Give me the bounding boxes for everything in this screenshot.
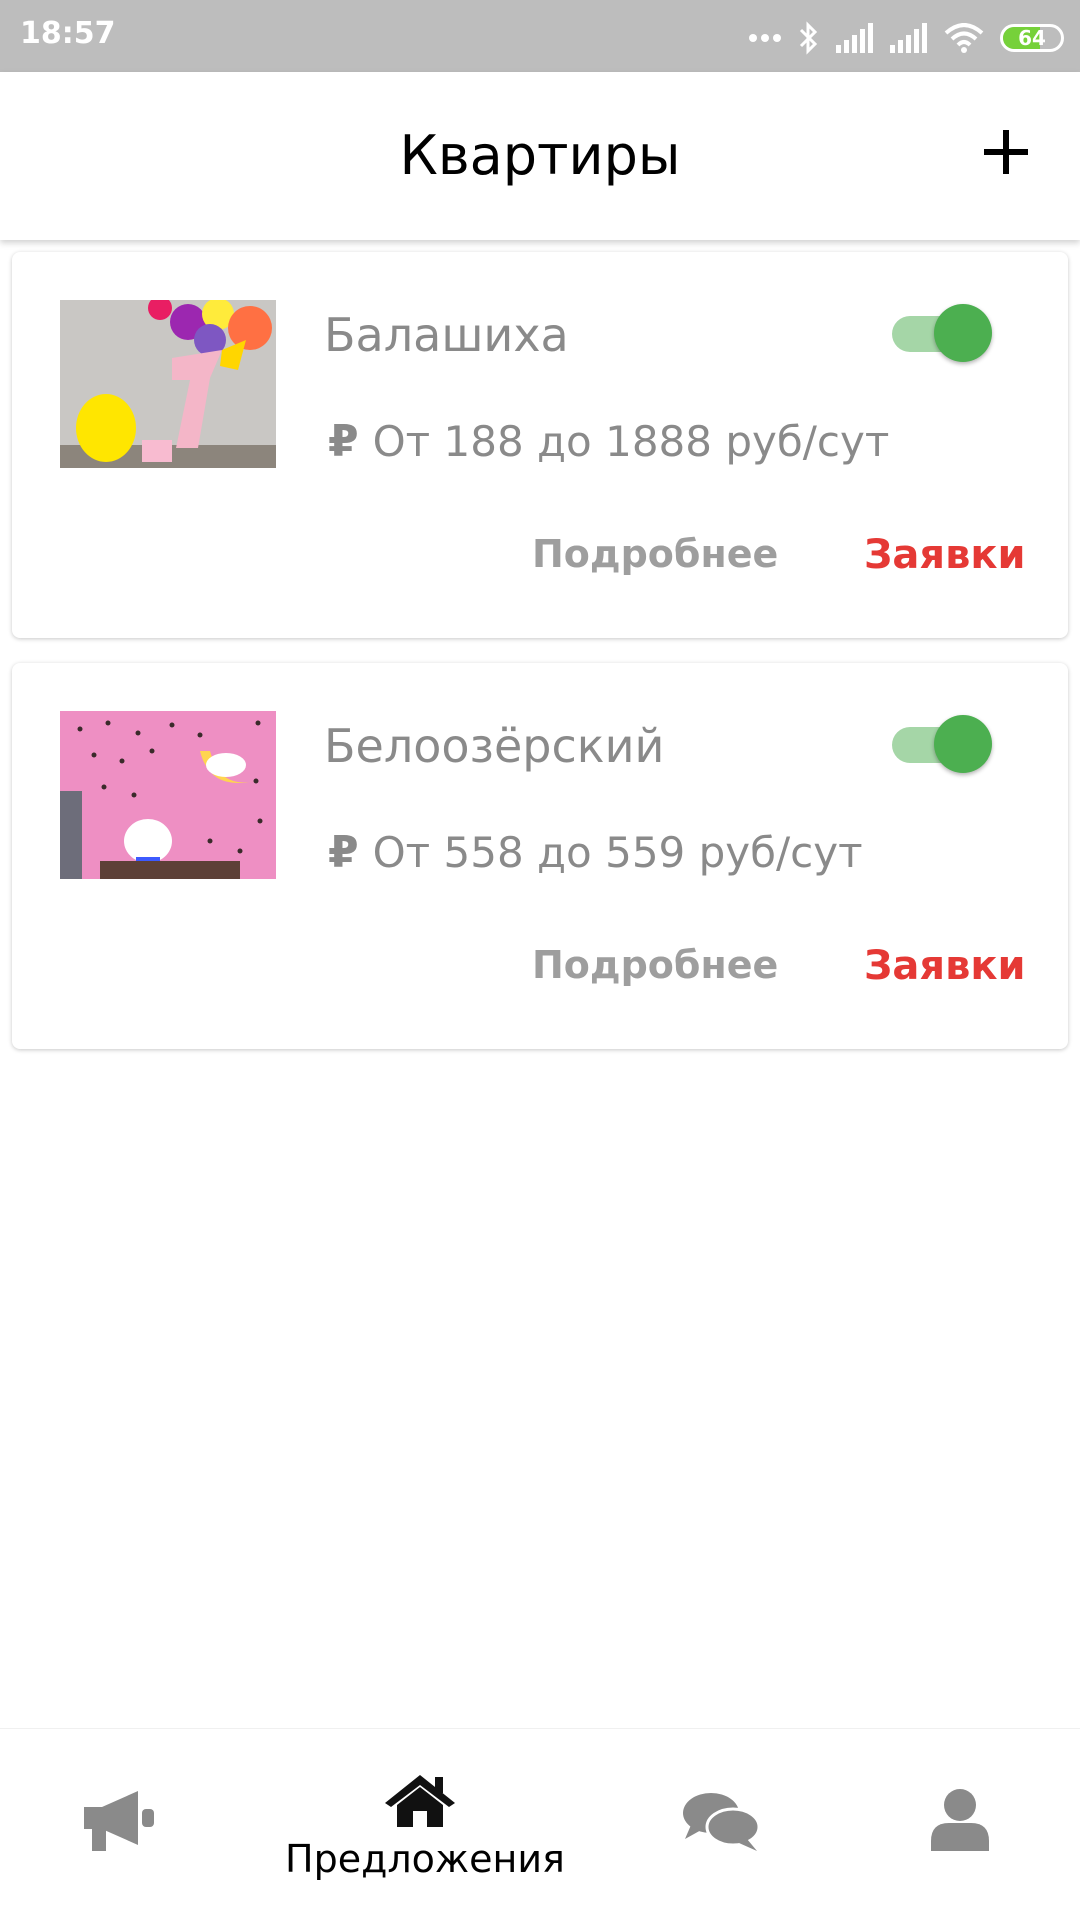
app-bar: Квартиры: [0, 72, 1080, 240]
status-icons: 64: [748, 18, 1064, 58]
nav-item-announcements[interactable]: [0, 1729, 270, 1921]
price-range: От 558 до 559 руб/сут: [372, 828, 863, 877]
wifi-icon: [944, 23, 984, 53]
listing-photo: [60, 300, 276, 468]
requests-button[interactable]: Заявки: [864, 532, 1026, 578]
signal-icon: [890, 23, 927, 53]
active-toggle[interactable]: [882, 713, 994, 775]
status-time: 18:57: [20, 16, 116, 51]
listing-price: ₽ От 188 до 1888 руб/сут: [328, 416, 889, 467]
details-button[interactable]: Подробнее: [532, 943, 778, 987]
listing-card[interactable]: Балашиха ₽ От 188 до 1888 руб/сут Подроб…: [12, 252, 1068, 638]
battery-level: 64: [1018, 26, 1046, 50]
details-button[interactable]: Подробнее: [532, 532, 778, 576]
bottom-navigation: Предложения: [0, 1728, 1080, 1920]
price-range: От 188 до 1888 руб/сут: [372, 417, 890, 466]
listing-price: ₽ От 558 до 559 руб/сут: [328, 827, 863, 878]
listing-name: Белоозёрский: [324, 719, 665, 773]
megaphone-icon: [84, 1791, 154, 1851]
nav-item-label: Предложения: [285, 1837, 565, 1881]
page-title: Квартиры: [399, 124, 681, 187]
listing-photo: [60, 711, 276, 879]
battery-icon: 64: [1000, 24, 1064, 52]
listing-name: Балашиха: [324, 308, 569, 362]
ruble-icon: ₽: [328, 827, 359, 878]
signal-icon: [836, 23, 873, 53]
home-icon: [385, 1775, 455, 1827]
nav-item-offers[interactable]: Предложения: [285, 1729, 565, 1921]
more-dots-icon: [749, 34, 781, 42]
ruble-icon: ₽: [328, 416, 359, 467]
requests-button[interactable]: Заявки: [864, 943, 1026, 989]
user-icon: [931, 1789, 989, 1851]
listing-card[interactable]: Белоозёрский ₽ От 558 до 559 руб/сут Под…: [12, 663, 1068, 1049]
bluetooth-icon: [799, 21, 818, 55]
chat-icon: [683, 1793, 761, 1851]
nav-item-chat[interactable]: [585, 1729, 855, 1921]
plus-icon[interactable]: [980, 126, 1032, 178]
nav-item-profile[interactable]: [825, 1729, 1080, 1921]
status-bar: 18:57 64: [0, 0, 1080, 72]
active-toggle[interactable]: [882, 302, 994, 364]
